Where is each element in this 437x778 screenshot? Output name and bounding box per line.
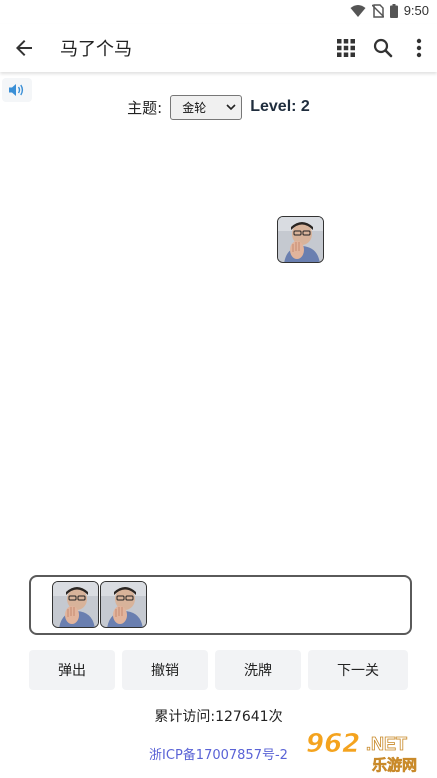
status-icons: 9:50 xyxy=(350,3,429,18)
grid-icon[interactable] xyxy=(336,38,356,58)
level-indicator: Level: 2 xyxy=(250,98,310,115)
board-tile[interactable] xyxy=(277,216,324,263)
visit-counter: 累计访问:127641次 xyxy=(154,709,283,725)
no-sim-icon xyxy=(371,3,384,18)
status-time: 9:50 xyxy=(403,3,429,18)
shuffle-button[interactable]: 洗牌 xyxy=(215,650,301,690)
theme-row: 主题: 金轮 Level: 2 xyxy=(0,92,437,122)
app-title: 马了个马 xyxy=(60,39,132,60)
icp-text: 浙ICP备17007857号-2 xyxy=(149,748,288,763)
slot-tile[interactable] xyxy=(52,581,99,628)
watermark-suffix: .NET xyxy=(366,734,407,754)
theme-label: 主题: xyxy=(127,98,163,117)
status-bar: 9:50 xyxy=(0,0,437,24)
pop-out-button[interactable]: 弹出 xyxy=(29,650,115,690)
app-bar: 马了个马 xyxy=(0,24,437,72)
person-photo-tile-icon xyxy=(53,582,98,627)
next-level-button[interactable]: 下一关 xyxy=(308,650,408,690)
chevron-down-icon xyxy=(226,104,236,111)
watermark-sub: 乐游网 xyxy=(372,756,417,774)
theme-select-value: 金轮 xyxy=(182,100,207,115)
watermark-main: 962 xyxy=(306,729,360,759)
more-vert-icon[interactable] xyxy=(409,36,429,60)
back-arrow-icon[interactable] xyxy=(12,36,36,60)
search-icon[interactable] xyxy=(371,36,395,60)
battery-icon xyxy=(389,3,398,18)
person-photo-tile-icon xyxy=(278,217,323,262)
watermark-logo: 962 .NET 乐游网 xyxy=(306,729,418,774)
wifi-icon xyxy=(350,4,366,17)
slot-tile[interactable] xyxy=(100,581,147,628)
undo-button[interactable]: 撤销 xyxy=(122,650,208,690)
person-photo-tile-icon xyxy=(101,582,146,627)
theme-select[interactable]: 金轮 xyxy=(170,94,243,120)
